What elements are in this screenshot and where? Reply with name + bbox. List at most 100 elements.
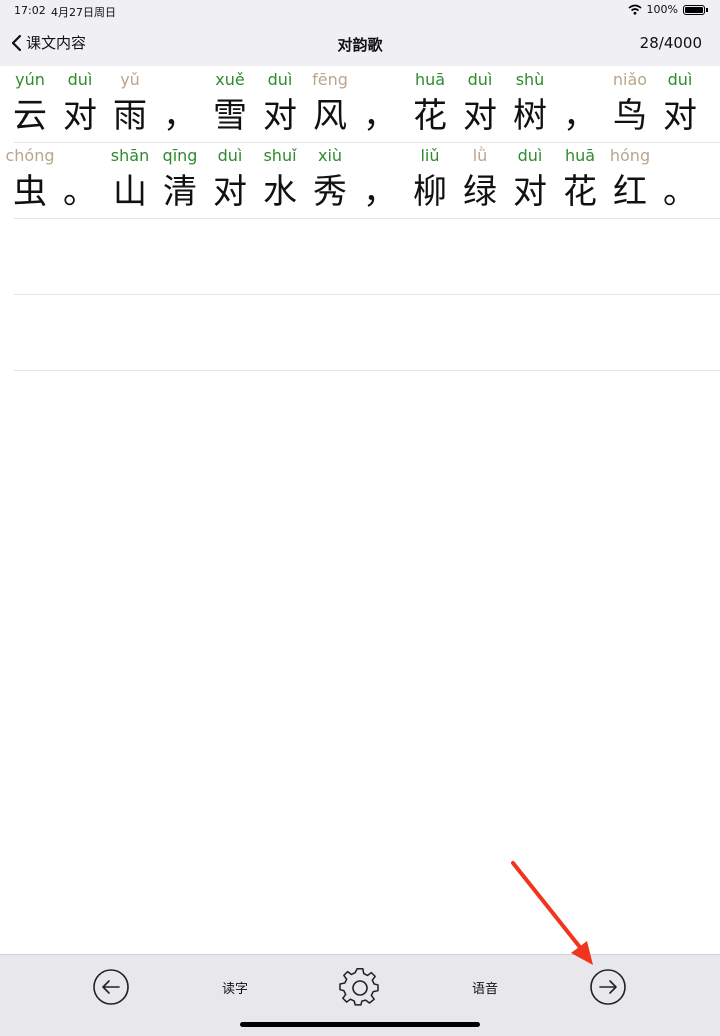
hanzi: 对 [263,96,297,136]
char-cell[interactable]: niǎo 鸟 [605,70,655,136]
pinyin: duì [217,146,243,165]
hanzi: 鸟 [613,96,647,136]
text-row-2: chóng 虫 。 shān 山 qīng 清 duì 对 shuǐ 水 xiù 秀 ， l… [0,146,720,222]
pinyin: shān [110,146,150,165]
pinyin: liǔ [420,146,440,165]
char-cell[interactable]: chóng 虫 [5,146,55,212]
hanzi: 柳 [413,172,447,212]
settings-button[interactable] [339,967,381,1013]
status-time: 17:02 [14,4,46,17]
hanzi: 云 [13,96,47,136]
char-cell[interactable]: liǔ 柳 [405,146,455,212]
pinyin: duì [267,70,293,89]
battery-tip [706,7,708,12]
punctuation: ， [363,172,397,212]
next-button[interactable] [589,968,627,1010]
pinyin: xuě [215,70,245,89]
wifi-icon [628,4,642,15]
pinyin: duì [517,146,543,165]
hanzi: 对 [663,96,697,136]
char-cell[interactable]: yǔ 雨 [105,70,155,136]
status-date: 4月27日周日 [51,6,116,19]
navigation-bar: 课文内容 对韵歌 28/4000 [0,22,720,66]
char-cell[interactable]: shuǐ 水 [255,146,305,212]
progress-counter: 28/4000 [639,34,702,52]
char-cell[interactable]: shù 树 [505,70,555,136]
page-title: 对韵歌 [337,36,383,54]
hanzi: 红 [613,172,647,212]
pinyin: duì [667,70,693,89]
pinyin: niǎo [612,70,648,89]
arrow-right-circle-icon [590,969,626,1005]
hanzi: 花 [413,96,447,136]
status-right: 100% [628,3,708,16]
hanzi: 水 [263,172,297,212]
home-indicator [240,1022,480,1027]
pinyin: shù [515,70,545,89]
char-cell[interactable]: xiù 秀 [305,146,355,212]
pinyin: yún [15,70,45,89]
battery-icon [683,4,705,15]
pinyin: fēng [312,70,348,89]
char-cell[interactable]: duì 对 [455,70,505,136]
hanzi: 山 [113,172,147,212]
pinyin: shuǐ [263,146,297,165]
punctuation: ， [163,96,197,136]
hanzi: 对 [463,96,497,136]
char-cell[interactable]: duì 对 [205,146,255,212]
hanzi: 秀 [313,172,347,212]
gear-icon [339,968,379,1006]
voice-button[interactable]: 语音 [472,978,498,997]
hanzi: 风 [313,96,347,136]
row-divider [14,370,720,371]
pinyin: hóng [609,146,651,165]
pinyin: qīng [162,146,198,165]
hanzi: 花 [563,172,597,212]
annotation-arrow-icon [511,861,593,965]
read-character-button[interactable]: 读字 [222,978,248,997]
hanzi: 绿 [463,172,497,212]
text-row-1: yún 云 duì 对 yǔ 雨 ， xuě 雪 duì 对 fēng 风 ， huā 花 d… [0,70,720,146]
hanzi: 雪 [213,96,247,136]
punctuation: 。 [63,172,97,212]
battery-percent: 100% [646,3,678,16]
char-cell[interactable]: duì 对 [55,70,105,136]
previous-button[interactable] [92,968,130,1010]
hanzi: 清 [163,172,197,212]
pinyin: lǜ [472,146,488,165]
pinyin: duì [67,70,93,89]
char-cell[interactable]: yún 云 [5,70,55,136]
hanzi: 雨 [113,96,147,136]
row-divider [14,142,720,143]
char-cell[interactable]: xuě 雪 [205,70,255,136]
pinyin: yǔ [120,70,140,89]
hanzi: 对 [213,172,247,212]
arrow-left-circle-icon [93,969,129,1005]
pinyin: xiù [317,146,343,165]
status-bar: 17:02 4月27日周日 100% [0,0,720,22]
pinyin: chóng [5,146,55,165]
hanzi: 树 [513,96,547,136]
pinyin: huā [564,146,596,165]
row-divider [14,218,720,219]
hanzi: 虫 [13,172,47,212]
char-cell[interactable]: duì 对 [505,146,555,212]
punctuation: 。 [663,172,697,212]
char-cell[interactable]: huā 花 [405,70,455,136]
char-cell[interactable]: fēng 风 [305,70,355,136]
char-cell[interactable]: huā 花 [555,146,605,212]
pinyin: huā [414,70,446,89]
char-cell[interactable]: shān 山 [105,146,155,212]
char-cell[interactable]: duì 对 [655,70,705,136]
lesson-text-area: yún 云 duì 对 yǔ 雨 ， xuě 雪 duì 对 fēng 风 ， huā 花 d… [0,66,720,954]
row-divider [14,294,720,295]
char-cell[interactable]: duì 对 [255,70,305,136]
hanzi: 对 [513,172,547,212]
pinyin: duì [467,70,493,89]
char-cell[interactable]: lǜ 绿 [455,146,505,212]
punctuation: ， [363,96,397,136]
char-cell[interactable]: hóng 红 [605,146,655,212]
punctuation: ， [563,96,597,136]
hanzi: 对 [63,96,97,136]
char-cell[interactable]: qīng 清 [155,146,205,212]
